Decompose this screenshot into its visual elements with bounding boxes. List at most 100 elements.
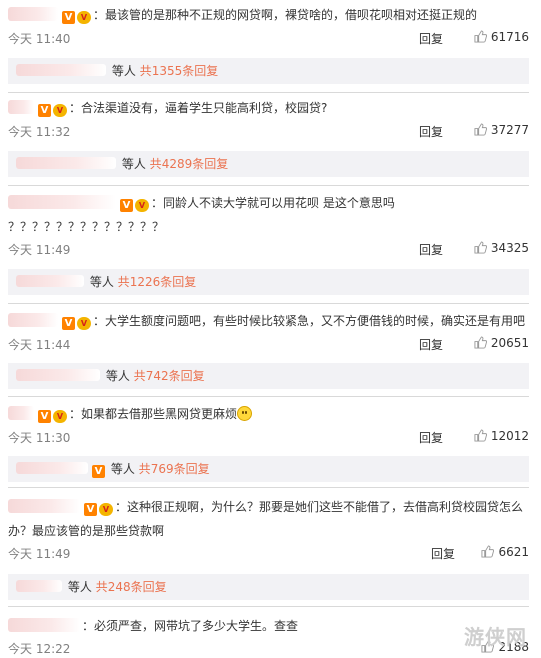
reply-summary[interactable]: 等人 共1355条回复 — [8, 58, 529, 84]
like-count: 12012 — [490, 429, 529, 443]
comment-text-line2: ？？？？？？？？？？？？？ — [8, 220, 165, 234]
divider — [8, 185, 529, 186]
vip-level-icon: V — [53, 410, 67, 423]
reply-count-link[interactable]: 共742条回复 — [134, 369, 205, 383]
reply-count-link[interactable]: 共248条回复 — [96, 580, 167, 594]
comment-text: 最该管的是那种不正规的网贷啊，裸贷啥的，借呗花呗相对还挺正规的 — [105, 8, 478, 22]
comment-body: V V ：这种很正规啊，为什么？那要是她们这些不能借了，去借高利贷校园贷怎么 — [8, 498, 529, 516]
reply-count-link[interactable]: 共1355条回复 — [140, 64, 219, 78]
comment-time: 今天 12:22 — [8, 642, 71, 656]
verified-v-icon: V — [120, 199, 133, 212]
comment-meta: 今天 11:32 回复 37277 — [8, 123, 529, 141]
site-watermark: 游侠网 — [464, 625, 527, 649]
divider — [8, 92, 529, 93]
comment-text: 大学生额度问题吧，有些时候比较紧急，又不方便借钱的时候，确实还是有用吧 — [105, 314, 526, 328]
reply-user-blurred — [16, 157, 116, 169]
comment-meta: 今天 11:49 回复 34325 — [8, 241, 529, 259]
reply-user-blurred — [16, 462, 88, 474]
comment-time: 今天 11:49 — [8, 243, 71, 257]
smile-emoji-icon — [237, 406, 253, 421]
comment-text-line2: 办？最应该管的是那些贷款啊 — [8, 524, 165, 538]
comment-meta: 今天 11:30 回复 12012 — [8, 429, 529, 447]
comment-time: 今天 11:32 — [8, 125, 71, 139]
like-button[interactable]: 12012 — [474, 429, 529, 443]
verified-v-icon: V — [92, 465, 105, 478]
reply-user-blurred — [16, 369, 100, 381]
reply-button[interactable]: 回复 — [419, 241, 443, 258]
like-button[interactable]: 34325 — [474, 241, 529, 255]
username-blurred[interactable] — [8, 499, 80, 513]
divider — [8, 606, 529, 607]
reply-user-blurred — [16, 64, 106, 76]
username-blurred[interactable] — [8, 7, 58, 21]
like-count: 61716 — [490, 30, 529, 44]
comment-text: 同龄人不读大学就可以用花呗 是这个意思吗 — [163, 196, 395, 210]
like-button[interactable]: 6621 — [481, 545, 529, 559]
reply-summary[interactable]: 等人 共1226条回复 — [8, 269, 529, 295]
reply-count-link[interactable]: 共1226条回复 — [118, 275, 197, 289]
comment-body: ：必须严查，网带坑了多少大学生。查查 — [8, 617, 529, 635]
comment-time: 今天 11:30 — [8, 431, 71, 445]
comment-body: V V ：合法渠道没有，逼着学生只能高利贷，校园贷? — [8, 99, 529, 117]
comment-feed: V V ：最该管的是那种不正规的网贷啊，裸贷啥的，借呗花呗相对还挺正规的 今天 11… — [0, 0, 541, 658]
thumb-up-icon — [474, 30, 487, 43]
like-count: 6621 — [498, 545, 529, 559]
vip-level-icon: V — [99, 503, 113, 516]
comment-meta: 今天 12:22 2188 — [8, 640, 529, 658]
comment-meta: 今天 11:49 回复 6621 — [8, 545, 529, 563]
like-count: 34325 — [490, 241, 529, 255]
comment-time: 今天 11:40 — [8, 32, 71, 46]
reply-button[interactable]: 回复 — [419, 429, 443, 446]
reply-button[interactable]: 回复 — [419, 123, 443, 140]
comment-text: 必须严查，网带坑了多少大学生。查查 — [94, 619, 299, 633]
reply-button[interactable]: 回复 — [419, 30, 443, 47]
divider — [8, 303, 529, 304]
reply-summary[interactable]: 等人 共4289条回复 — [8, 151, 529, 177]
verified-v-icon: V — [38, 410, 51, 423]
comment-body: V V ：最该管的是那种不正规的网贷啊，裸贷啥的，借呗花呗相对还挺正规的 — [8, 6, 529, 24]
vip-level-icon: V — [53, 104, 67, 117]
reply-user-blurred — [16, 580, 62, 592]
thumb-up-icon — [474, 123, 487, 136]
reply-summary[interactable]: 等人 共248条回复 — [8, 574, 529, 600]
comment-time: 今天 11:49 — [8, 547, 71, 561]
reply-count-link[interactable]: 共4289条回复 — [150, 157, 229, 171]
username-blurred[interactable] — [8, 313, 58, 327]
verified-v-icon: V — [38, 104, 51, 117]
username-blurred[interactable] — [8, 618, 80, 632]
verified-v-icon: V — [84, 503, 97, 516]
reply-summary[interactable]: V 等人 共769条回复 — [8, 456, 529, 482]
username-blurred[interactable] — [8, 406, 34, 420]
comment-time: 今天 11:44 — [8, 338, 71, 352]
vip-level-icon: V — [77, 11, 91, 24]
vip-level-icon: V — [135, 199, 149, 212]
verified-v-icon: V — [62, 317, 75, 330]
divider — [8, 396, 529, 397]
thumb-up-icon — [474, 429, 487, 442]
reply-button[interactable]: 回复 — [419, 336, 443, 353]
comment-meta: 今天 11:44 回复 20651 — [8, 336, 529, 354]
like-count: 20651 — [490, 336, 529, 350]
reply-user-blurred — [16, 275, 84, 287]
comment-body: V V ：如果都去借那些黑网贷更麻烦 — [8, 405, 529, 423]
reply-summary[interactable]: 等人 共742条回复 — [8, 363, 529, 389]
thumb-up-icon — [474, 241, 487, 254]
comment-meta: 今天 11:40 回复 61716 — [8, 30, 529, 48]
divider — [8, 487, 529, 488]
comment-body: V V ：同龄人不读大学就可以用花呗 是这个意思吗 — [8, 194, 529, 212]
comment-body: V V ：大学生额度问题吧，有些时候比较紧急，又不方便借钱的时候，确实还是有用吧 — [8, 312, 529, 330]
reply-button[interactable]: 回复 — [431, 545, 455, 562]
like-button[interactable]: 61716 — [474, 30, 529, 44]
comment-text: 这种很正规啊，为什么？那要是她们这些不能借了，去借高利贷校园贷怎么 — [127, 500, 524, 514]
username-blurred[interactable] — [8, 100, 34, 114]
thumb-up-icon — [474, 336, 487, 349]
vip-level-icon: V — [77, 317, 91, 330]
like-button[interactable]: 20651 — [474, 336, 529, 350]
like-count: 37277 — [490, 123, 529, 137]
username-blurred[interactable] — [8, 195, 116, 209]
like-button[interactable]: 37277 — [474, 123, 529, 137]
verified-v-icon: V — [62, 11, 75, 24]
comment-text: 如果都去借那些黑网贷更麻烦 — [81, 407, 238, 421]
reply-count-link[interactable]: 共769条回复 — [139, 462, 210, 476]
thumb-up-icon — [481, 545, 495, 558]
